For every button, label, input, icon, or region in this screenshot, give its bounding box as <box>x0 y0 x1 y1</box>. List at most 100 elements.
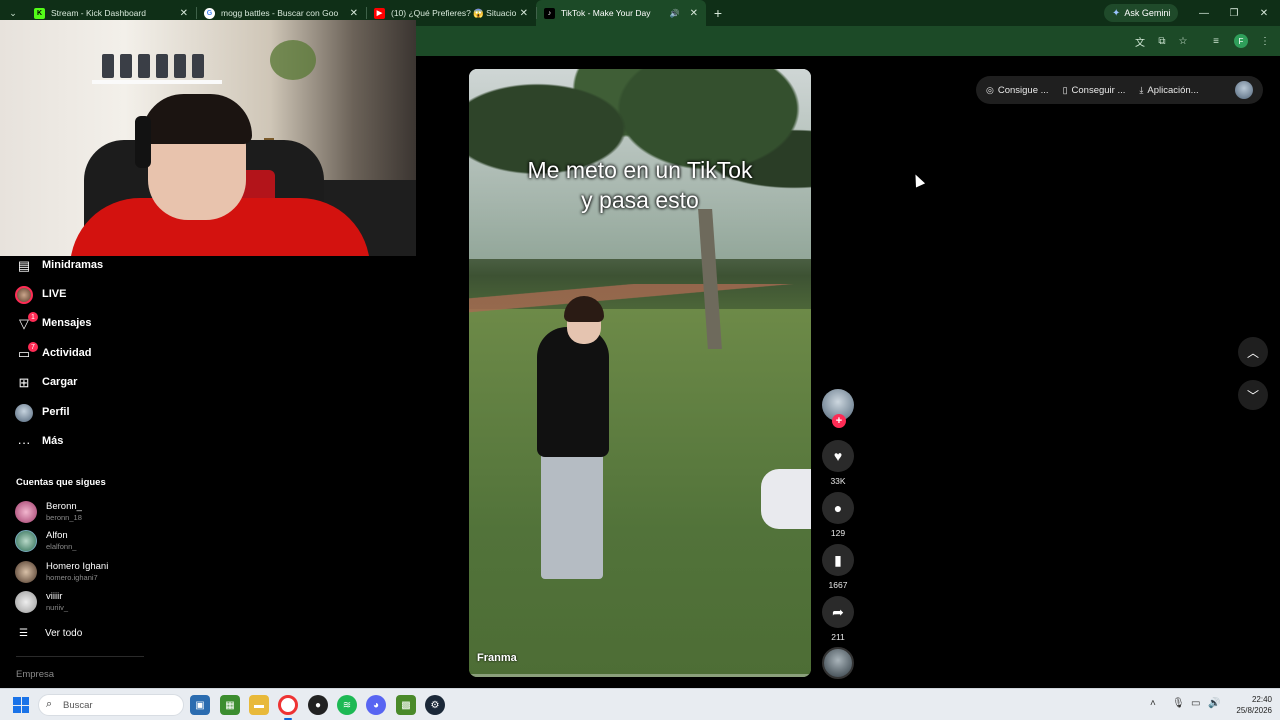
minidramas-icon: ▤ <box>17 258 31 273</box>
chevron-up-icon[interactable]: ˄ <box>1150 698 1156 709</box>
upload-icon: ⊞ <box>18 375 30 390</box>
start-button[interactable] <box>13 697 29 713</box>
get-app-button[interactable]: ▯ Conseguir ... <box>1063 85 1126 96</box>
close-window-button[interactable]: ✕ <box>1248 0 1280 26</box>
share-count: 211 <box>831 632 845 642</box>
figurine <box>120 54 132 78</box>
previous-video-button[interactable]: ︿ <box>1238 337 1268 367</box>
notification-badge: 7 <box>28 342 38 352</box>
streamer-hair <box>142 94 252 144</box>
plant <box>270 40 316 80</box>
close-icon[interactable]: ✕ <box>350 8 358 19</box>
sidebar-item-more[interactable]: ··· Más <box>0 429 160 455</box>
minecraft-launcher-icon[interactable]: ▩ <box>396 695 416 715</box>
next-video-button[interactable]: ﹀ <box>1238 380 1268 410</box>
ask-gemini-button[interactable]: ✦ Ask Gemini <box>1104 4 1179 22</box>
sidebar-item-label: Mensajes <box>42 317 92 329</box>
file-explorer-icon[interactable]: ▬ <box>249 695 269 715</box>
comment-count: 129 <box>830 528 846 538</box>
tiktok-sidebar: ▤ Minidramas LIVE ▽ 1 Mensajes ▭ 7 Activ… <box>0 256 160 688</box>
google-icon: G <box>204 7 215 19</box>
top-actions-bar: ◎ Consigue ... ▯ Conseguir ... ⤓ Aplicac… <box>976 76 1263 104</box>
reading-list-icon[interactable]: ≡ <box>1209 34 1223 48</box>
gemini-label: Ask Gemini <box>1124 8 1171 18</box>
obs-icon[interactable]: ● <box>308 695 328 715</box>
volume-icon[interactable]: 🔊 <box>1208 698 1220 709</box>
share-button[interactable]: ➦ <box>822 596 854 628</box>
tab-tiktok[interactable]: ♪ TikTok - Make Your Day 🔊 ✕ <box>536 0 706 26</box>
see-all-button[interactable]: ☰ Ver todo <box>16 626 136 642</box>
figurine <box>192 54 204 78</box>
minecraft-icon[interactable]: ▦ <box>220 695 240 715</box>
follow-plus-icon[interactable]: + <box>832 414 846 428</box>
clock[interactable]: 22:40 25/8/2026 <box>1222 694 1272 716</box>
figurine <box>102 54 114 78</box>
video-player[interactable]: Me meto en un TikTok y pasa esto Franma <box>469 69 811 677</box>
search-placeholder: Buscar <box>63 700 93 711</box>
sidebar-item-activity[interactable]: ▭ 7 Actividad <box>0 341 160 367</box>
tab-label: Stream - Kick Dashboard <box>51 8 146 18</box>
pill-label: Aplicación... <box>1147 84 1199 96</box>
new-tab-button[interactable]: + <box>706 0 730 26</box>
following-account[interactable]: viiiir nuriiv_ <box>15 589 155 615</box>
sidebar-item-live[interactable]: LIVE <box>0 282 160 308</box>
sidebar-item-label: Más <box>42 435 64 447</box>
steam-icon[interactable]: ⚙ <box>425 695 445 715</box>
save-button[interactable]: ▮ <box>822 544 854 576</box>
avatar <box>15 591 37 613</box>
video-author[interactable]: Franma <box>477 652 517 664</box>
minimize-button[interactable]: — <box>1188 0 1220 26</box>
video-progress-bar[interactable] <box>469 674 811 677</box>
sidebar-item-minidramas[interactable]: ▤ Minidramas <box>0 253 160 279</box>
microphone-icon[interactable]: 🎙 <box>1172 698 1185 709</box>
bookmark-icon: ▮ <box>834 551 842 568</box>
sidebar-item-label: Minidramas <box>42 259 104 271</box>
pill-label: Conseguir ... <box>1071 84 1126 96</box>
date: 25/8/2026 <box>1236 706 1272 715</box>
download-icon: ⤓ <box>1139 84 1144 95</box>
speaker-icon[interactable]: 🔊 <box>670 9 680 18</box>
list-icon: ☰ <box>19 628 28 639</box>
discord-icon[interactable]: ◕ <box>366 695 386 715</box>
headset <box>135 116 151 168</box>
taskbar-search[interactable]: ⌕ Buscar <box>38 694 184 716</box>
avatar <box>15 501 37 523</box>
account-handle: beronn_18 <box>46 513 82 522</box>
comment-button[interactable]: ● <box>822 492 854 524</box>
like-count: 33K <box>830 476 846 486</box>
sidebar-item-label: Actividad <box>42 347 92 359</box>
music-disc-icon[interactable] <box>822 647 854 679</box>
close-icon[interactable]: ✕ <box>690 8 698 19</box>
close-icon[interactable]: ✕ <box>180 8 188 19</box>
chrome-icon[interactable] <box>278 695 298 715</box>
user-avatar[interactable] <box>1235 81 1253 99</box>
sidebar-item-messages[interactable]: ▽ 1 Mensajes <box>0 311 160 337</box>
save-count: 1667 <box>828 580 848 590</box>
display-icon[interactable]: ▭ <box>1191 698 1200 709</box>
youtube-icon: ▶ <box>374 7 385 19</box>
profile-avatar <box>15 404 33 422</box>
translate-icon[interactable]: 文 <box>1133 34 1147 49</box>
get-coins-button[interactable]: ◎ Consigue ... <box>986 85 1049 96</box>
bookmark-star-icon[interactable]: ☆ <box>1176 34 1190 48</box>
following-account[interactable]: Alfon elalfonn_ <box>15 528 155 554</box>
menu-dots-icon[interactable]: ⋮ <box>1258 34 1272 48</box>
account-name: Beronn_ <box>46 501 82 512</box>
store-icon[interactable]: ▣ <box>190 695 210 715</box>
sidebar-item-upload[interactable]: ⊞ Cargar <box>0 370 160 396</box>
company-link[interactable]: Empresa <box>16 669 54 680</box>
spotify-icon[interactable]: ≋ <box>337 695 357 715</box>
following-account[interactable]: Beronn_ beronn_18 <box>15 499 155 525</box>
restore-button[interactable]: ❐ <box>1218 0 1250 26</box>
chevron-up-icon: ︿ <box>1246 345 1259 360</box>
like-button[interactable]: ♥ <box>822 440 854 472</box>
profile-avatar[interactable]: F <box>1234 34 1248 48</box>
close-icon[interactable]: ✕ <box>520 8 528 19</box>
following-account[interactable]: Homero Ighani homero.ighani7 <box>15 559 155 585</box>
tab-label: mogg battles - Buscar con Goo <box>221 8 339 18</box>
desktop-app-button[interactable]: ⤓ Aplicación... <box>1139 85 1198 96</box>
account-handle: homero.ighani7 <box>46 573 98 582</box>
sidebar-item-profile[interactable]: Perfil <box>0 400 160 426</box>
install-app-icon[interactable]: ⧉ <box>1155 34 1169 48</box>
account-name: Homero Ighani <box>46 561 109 572</box>
